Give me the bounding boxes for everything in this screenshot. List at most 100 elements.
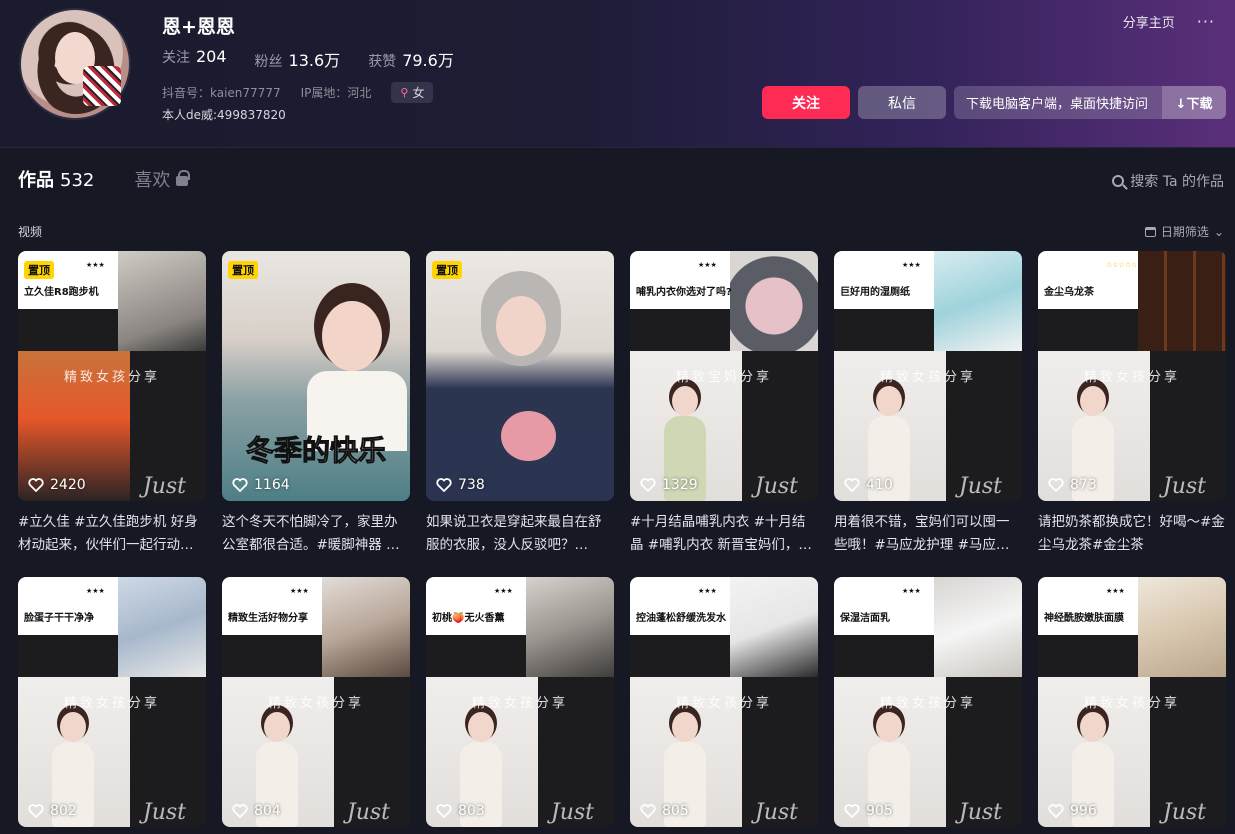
date-filter[interactable]: 日期筛选 ⌄ bbox=[1144, 223, 1224, 240]
video-thumbnail[interactable]: ★★★ 保湿洁面乳 精致女孩分享 Just 905 bbox=[834, 577, 1022, 827]
video-thumbnail[interactable]: 置顶 冬季的快乐 1164 bbox=[222, 251, 410, 501]
like-count: 2420 bbox=[28, 477, 86, 493]
video-thumbnail[interactable]: ★★★ 巨好用的湿厕纸 精致女孩分享 Just 410 bbox=[834, 251, 1022, 501]
like-count: 996 bbox=[1048, 803, 1097, 819]
tab-works[interactable]: 作品 532 bbox=[18, 166, 94, 192]
video-thumbnail[interactable]: ★★★ 初桃🍑无火香薰 精致女孩分享 Just 803 bbox=[426, 577, 614, 827]
thumb-caption: 脸蛋子干干净净 bbox=[24, 613, 94, 624]
section-label: 视频 bbox=[18, 225, 43, 239]
follow-button[interactable]: 关注 bbox=[762, 86, 850, 119]
video-card[interactable]: ★★★ 控油蓬松舒缓洗发水 精致女孩分享 Just 805 bbox=[630, 577, 818, 827]
heart-icon bbox=[1048, 804, 1064, 818]
gender-badge: ⚲ 女 bbox=[391, 82, 434, 103]
just-logo: Just bbox=[346, 800, 390, 825]
video-card[interactable]: ☆☆☆☆☆ 金尘乌龙茶 精致女孩分享 Just 873 请把奶茶都换成它！好喝～… bbox=[1038, 251, 1226, 577]
thumb-caption: 神经酰胺嫩肤面膜 bbox=[1044, 613, 1124, 624]
heart-icon bbox=[436, 804, 452, 818]
video-thumbnail[interactable]: ★★★ 精致生活好物分享 精致女孩分享 Just 804 bbox=[222, 577, 410, 827]
lock-icon bbox=[176, 170, 191, 186]
search-works[interactable]: 搜索 Ta 的作品 bbox=[1112, 171, 1224, 191]
more-icon[interactable]: ··· bbox=[1197, 12, 1215, 31]
video-card[interactable]: ★★★ 精致生活好物分享 精致女孩分享 Just 804 bbox=[222, 577, 410, 827]
video-card[interactable]: ★★★ 神经酰胺嫩肤面膜 精致女孩分享 Just 996 bbox=[1038, 577, 1226, 827]
message-button[interactable]: 私信 bbox=[858, 86, 946, 119]
tab-likes[interactable]: 喜欢 bbox=[134, 166, 191, 192]
video-description[interactable]: 请把奶茶都换成它！好喝～#金尘乌龙茶#金尘茶 bbox=[1038, 511, 1226, 559]
just-logo: Just bbox=[550, 800, 594, 825]
just-logo: Just bbox=[142, 800, 186, 825]
heart-icon bbox=[844, 478, 860, 492]
video-thumbnail[interactable]: ★★★ 控油蓬松舒缓洗发水 精致女孩分享 Just 805 bbox=[630, 577, 818, 827]
like-count: 905 bbox=[844, 803, 893, 819]
heart-icon bbox=[1048, 478, 1064, 492]
just-logo: Just bbox=[1162, 800, 1206, 825]
heart-icon bbox=[232, 804, 248, 818]
watermark: 精致宝妈分享 bbox=[675, 370, 772, 385]
calendar-icon bbox=[1144, 226, 1156, 237]
like-count: 803 bbox=[436, 803, 485, 819]
video-thumbnail[interactable]: 置顶 738 bbox=[426, 251, 614, 501]
video-card[interactable]: ★★★ 保湿洁面乳 精致女孩分享 Just 905 bbox=[834, 577, 1022, 827]
video-card[interactable]: ★★★ 脸蛋子干干净净 精致女孩分享 Just 802 bbox=[18, 577, 206, 827]
watermark: 精致女孩分享 bbox=[471, 696, 568, 711]
download-button[interactable]: ↓下载 bbox=[1162, 86, 1226, 119]
douyin-id: 抖音号：kaien77777 bbox=[162, 86, 281, 100]
download-client-text: 下载电脑客户端，桌面快捷访问 bbox=[966, 97, 1149, 112]
video-description[interactable]: 如果说卫衣是穿起来最自在舒服的衣服，没人反驳吧？… bbox=[426, 511, 614, 559]
heart-icon bbox=[28, 804, 44, 818]
likes-stat: 获赞 79.6万 bbox=[368, 51, 454, 70]
thumb-overlay-text: 冬季的快乐 bbox=[245, 434, 387, 468]
video-thumbnail[interactable]: 置顶 ★★★ 立久佳R8跑步机 精致女孩分享 Just 2420 bbox=[18, 251, 206, 501]
thumb-caption: 保湿洁面乳 bbox=[840, 613, 890, 624]
heart-icon bbox=[28, 478, 44, 492]
like-count: 1164 bbox=[232, 477, 290, 493]
following-stat[interactable]: 关注 204 bbox=[162, 47, 227, 71]
followers-stat[interactable]: 粉丝 13.6万 bbox=[255, 47, 341, 71]
heart-icon bbox=[844, 804, 860, 818]
video-thumbnail[interactable]: ☆☆☆☆☆ 金尘乌龙茶 精致女孩分享 Just 873 bbox=[1038, 251, 1226, 501]
video-thumbnail[interactable]: ★★★ 哺乳内衣你选对了吗? 精致宝妈分享 Just 1329 bbox=[630, 251, 818, 501]
like-count: 1329 bbox=[640, 477, 698, 493]
just-logo: Just bbox=[754, 800, 798, 825]
watermark: 精致女孩分享 bbox=[879, 370, 976, 385]
video-description[interactable]: #十月结晶哺乳内衣 #十月结晶 #哺乳内衣 新晋宝妈们，… bbox=[630, 511, 818, 559]
video-card[interactable]: 置顶 ★★★ 立久佳R8跑步机 精致女孩分享 Just 2420 #立久佳 #立… bbox=[18, 251, 206, 577]
chevron-down-icon: ⌄ bbox=[1213, 224, 1224, 239]
download-client-banner[interactable]: 下载电脑客户端，桌面快捷访问 ↓下载 bbox=[954, 86, 1226, 119]
like-count: 804 bbox=[232, 803, 281, 819]
video-card[interactable]: 置顶 冬季的快乐 1164 这个冬天不怕脚冷了，家里办公室都很合适。#暖脚神器 … bbox=[222, 251, 410, 577]
share-profile-link[interactable]: 分享主页 bbox=[1123, 12, 1175, 31]
heart-icon bbox=[640, 804, 656, 818]
avatar[interactable] bbox=[19, 8, 131, 120]
profile-header: 恩+恩恩 关注 204 粉丝 13.6万 获赞 79.6万 抖音号：kaien7777… bbox=[0, 0, 1235, 148]
thumb-caption: 控油蓬松舒缓洗发水 bbox=[636, 613, 726, 624]
video-description[interactable]: #立久佳 #立久佳跑步机 好身材动起来，伙伴们一起行动… bbox=[18, 511, 206, 559]
watermark: 精致女孩分享 bbox=[1083, 696, 1180, 711]
thumb-caption: 初桃🍑无火香薰 bbox=[432, 613, 505, 624]
pinned-badge: 置顶 bbox=[432, 261, 462, 279]
profile-bio: 本人de威:499837820 bbox=[162, 108, 286, 122]
video-card[interactable]: ★★★ 哺乳内衣你选对了吗? 精致宝妈分享 Just 1329 #十月结晶哺乳内… bbox=[630, 251, 818, 577]
video-card[interactable]: ★★★ 初桃🍑无火香薰 精致女孩分享 Just 803 bbox=[426, 577, 614, 827]
thumb-caption: 立久佳R8跑步机 bbox=[24, 287, 99, 298]
video-card[interactable]: 置顶 738 如果说卫衣是穿起来最自在舒服的衣服，没人反驳吧？… bbox=[426, 251, 614, 577]
thumb-caption: 哺乳内衣你选对了吗? bbox=[636, 287, 732, 298]
watermark: 精致女孩分享 bbox=[879, 696, 976, 711]
video-thumbnail[interactable]: ★★★ 脸蛋子干干净净 精致女孩分享 Just 802 bbox=[18, 577, 206, 827]
video-card[interactable]: ★★★ 巨好用的湿厕纸 精致女孩分享 Just 410 用着很不错，宝妈们可以囤… bbox=[834, 251, 1022, 577]
thumb-caption: 精致生活好物分享 bbox=[228, 613, 308, 624]
like-count: 410 bbox=[844, 477, 893, 493]
watermark: 精致女孩分享 bbox=[63, 370, 160, 385]
video-description[interactable]: 这个冬天不怕脚冷了，家里办公室都很合适。#暖脚神器 … bbox=[222, 511, 410, 559]
just-logo: Just bbox=[1162, 474, 1206, 499]
just-logo: Just bbox=[958, 800, 1002, 825]
video-description[interactable]: 用着很不错，宝妈们可以囤一些哦！#马应龙护理 #马应… bbox=[834, 511, 1022, 559]
like-count: 873 bbox=[1048, 477, 1097, 493]
watermark: 精致女孩分享 bbox=[1083, 370, 1180, 385]
video-thumbnail[interactable]: ★★★ 神经酰胺嫩肤面膜 精致女孩分享 Just 996 bbox=[1038, 577, 1226, 827]
like-count: 802 bbox=[28, 803, 77, 819]
watermark: 精致女孩分享 bbox=[267, 696, 364, 711]
like-count: 738 bbox=[436, 477, 485, 493]
video-grid: 置顶 ★★★ 立久佳R8跑步机 精致女孩分享 Just 2420 #立久佳 #立… bbox=[18, 251, 1226, 827]
thumb-caption: 金尘乌龙茶 bbox=[1044, 287, 1094, 298]
